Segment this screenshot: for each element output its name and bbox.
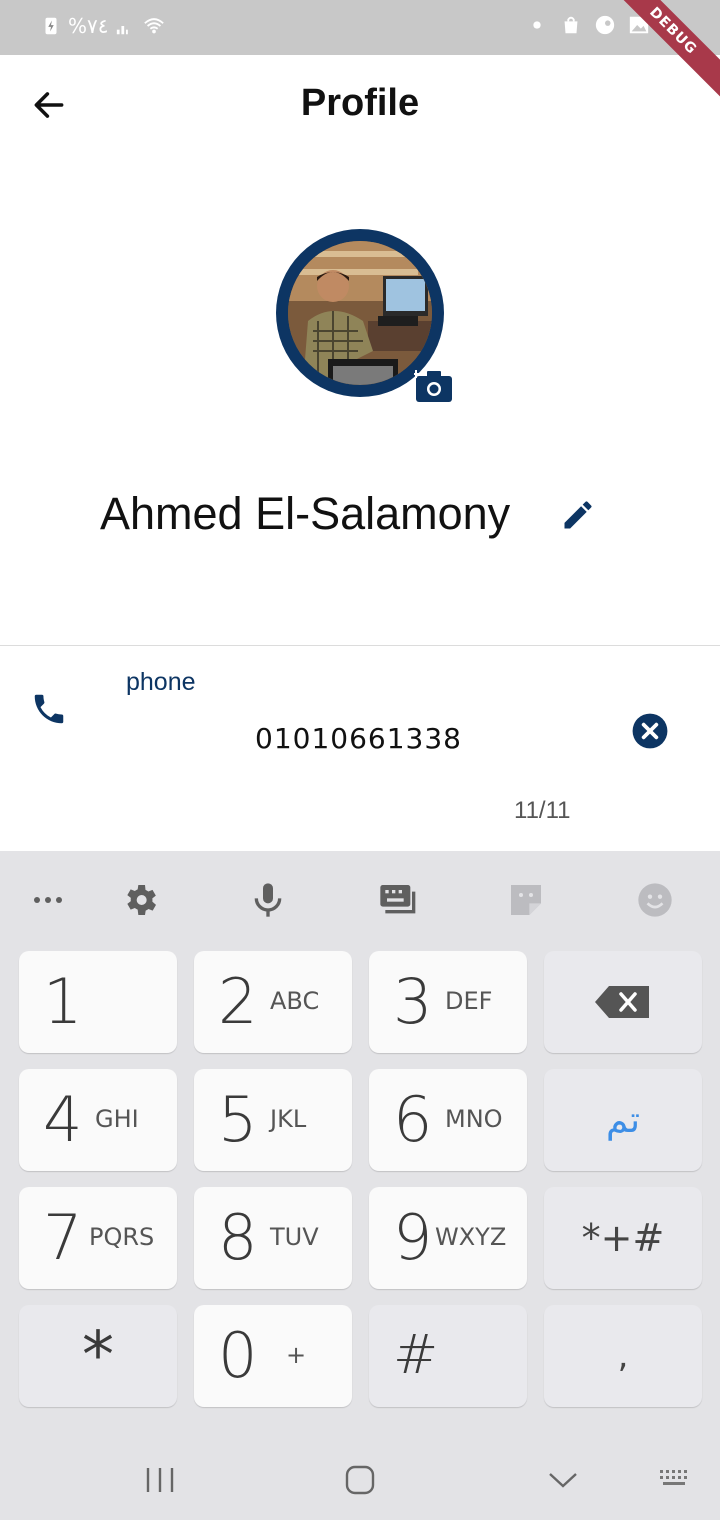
wifi-icon (143, 18, 164, 34)
key-digit: 9 (393, 1201, 433, 1274)
profile-name: Ahmed El-Salamony (100, 488, 511, 539)
star-key[interactable]: * (19, 1305, 177, 1407)
avatar[interactable] (288, 241, 432, 385)
steam-icon (595, 15, 615, 35)
key-letters: DEF (445, 987, 493, 1015)
phone-field-label: phone (126, 668, 196, 696)
key-1[interactable]: 1 (19, 951, 177, 1053)
battery-percent: %٧٤ (68, 14, 109, 38)
close-circle-icon[interactable] (631, 712, 669, 750)
key-4[interactable]: 4 GHI (19, 1069, 177, 1171)
comma-key-label: , (617, 1336, 629, 1376)
backspace-key[interactable] (544, 951, 702, 1053)
key-digit: 7 (43, 1201, 83, 1274)
emoji-icon[interactable] (635, 880, 675, 920)
star-key-label: * (82, 1319, 114, 1393)
key-7[interactable]: 7 PQRS (19, 1187, 177, 1289)
phone-input[interactable]: 01010661338 (255, 722, 462, 755)
key-9[interactable]: 9 WXYZ (369, 1187, 527, 1289)
backspace-icon (595, 986, 649, 1018)
hash-key-label: # (393, 1323, 439, 1386)
status-bar-left: %٧٤ (40, 14, 165, 38)
key-8[interactable]: 8 TUV (194, 1187, 352, 1289)
status-bar-right (526, 14, 650, 36)
recent-apps-icon[interactable] (140, 1460, 180, 1500)
gear-icon[interactable] (120, 880, 160, 920)
key-digit: 0 (218, 1319, 258, 1392)
microphone-icon[interactable] (248, 880, 288, 920)
sticker-icon[interactable] (506, 880, 546, 920)
key-letters: GHI (95, 1105, 139, 1133)
done-key[interactable]: تم (544, 1069, 702, 1171)
character-counter: 11/11 (514, 797, 571, 824)
symbols-key-label: *+# (581, 1216, 665, 1260)
key-digit: 8 (218, 1201, 258, 1274)
divider (0, 645, 720, 646)
dot-icon (533, 21, 541, 29)
camera-icon[interactable] (414, 368, 454, 404)
key-digit: 5 (218, 1083, 258, 1156)
signal-icon (116, 26, 128, 35)
key-digit: 3 (393, 965, 433, 1038)
key-2[interactable]: 2 ABC (194, 951, 352, 1053)
home-icon[interactable] (340, 1460, 380, 1500)
page-title: Profile (300, 82, 420, 124)
key-letters: TUV (270, 1223, 319, 1251)
symbols-key[interactable]: *+# (544, 1187, 702, 1289)
key-digit: 2 (218, 965, 258, 1038)
keyboard-icon[interactable] (377, 880, 417, 920)
more-icon[interactable] (28, 880, 68, 920)
avatar-photo-image (288, 241, 432, 385)
hash-key[interactable]: # (369, 1305, 527, 1407)
key-5[interactable]: 5 JKL (194, 1069, 352, 1171)
key-letters: PQRS (89, 1223, 155, 1251)
shopping-bag-icon (564, 16, 578, 34)
battery-icon (45, 17, 57, 35)
key-digit: 6 (393, 1083, 433, 1156)
key-3[interactable]: 3 DEF (369, 951, 527, 1053)
key-letters: + (286, 1341, 307, 1369)
keyboard-switch-icon[interactable] (656, 1460, 696, 1500)
comma-key[interactable]: , (544, 1305, 702, 1407)
phone-icon (34, 694, 64, 724)
pencil-icon[interactable] (560, 497, 596, 533)
key-digit: 1 (43, 965, 83, 1038)
key-6[interactable]: 6 MNO (369, 1069, 527, 1171)
key-letters: MNO (445, 1105, 503, 1133)
key-letters: ABC (270, 987, 320, 1015)
chevron-down-icon[interactable] (543, 1460, 583, 1500)
key-letters: JKL (270, 1105, 307, 1133)
done-key-label: تم (606, 1099, 640, 1141)
key-letters: WXYZ (435, 1223, 507, 1251)
key-digit: 4 (43, 1083, 83, 1156)
key-0[interactable]: 0 + (194, 1305, 352, 1407)
